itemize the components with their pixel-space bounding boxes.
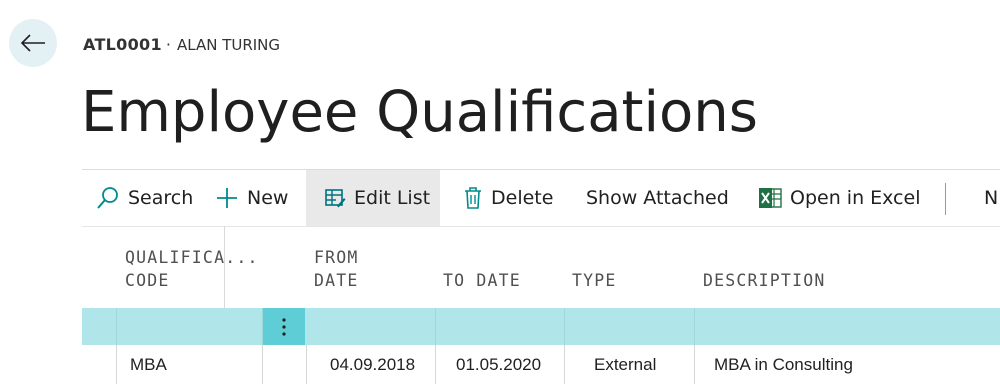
column-header-qualification-code[interactable]: QUALIFICA... CODE [125, 246, 259, 292]
edit-list-icon [325, 189, 346, 208]
search-label: Search [128, 187, 194, 209]
search-icon [97, 187, 118, 209]
column-header-to-date[interactable]: TO DATE [443, 269, 521, 292]
new-label: New [247, 187, 289, 209]
column-header-from-date[interactable]: FROM DATE [314, 246, 359, 292]
show-attached-label: Show Attached [586, 187, 729, 209]
cell-qualification-code[interactable]: MBA [130, 345, 167, 384]
row-more-options-button[interactable] [263, 308, 305, 345]
employee-name: ALAN TURING [176, 36, 281, 54]
cell-from-date[interactable]: 04.09.2018 [330, 345, 415, 384]
record-code: ATL0001 [83, 35, 162, 54]
page-title: Employee Qualifications [81, 80, 758, 145]
plus-icon [217, 188, 237, 208]
cell-description[interactable]: MBA in Consulting [714, 345, 853, 384]
edit-list-label: Edit List [354, 187, 431, 209]
table-row[interactable]: MBA 04.09.2018 01.05.2020 External MBA i… [82, 345, 1000, 384]
search-button[interactable]: Search [96, 170, 193, 226]
cell-to-date[interactable]: 01.05.2020 [456, 345, 541, 384]
overflow-action-button[interactable]: N [984, 170, 998, 226]
column-header-description[interactable]: DESCRIPTION [703, 269, 825, 292]
arrow-left-icon [20, 34, 45, 52]
overflow-action-label: N [984, 187, 999, 209]
action-toolbar: Search New Edit List Delete Show Attache… [82, 169, 1000, 227]
new-button[interactable]: New [215, 170, 288, 226]
edit-list-button[interactable]: Edit List [306, 170, 440, 226]
open-in-excel-label: Open in Excel [790, 187, 921, 209]
toolbar-divider [945, 183, 946, 215]
show-attached-button[interactable]: Show Attached [586, 170, 729, 226]
breadcrumb: ATL0001 · ALAN TURING [83, 35, 280, 54]
cell-type[interactable]: External [594, 345, 656, 384]
new-row-selected[interactable] [82, 308, 1000, 345]
open-in-excel-button[interactable]: Open in Excel [758, 170, 920, 226]
delete-label: Delete [491, 187, 554, 209]
breadcrumb-separator: · [165, 35, 171, 54]
vertical-ellipsis-icon [282, 317, 286, 336]
trash-icon [465, 187, 481, 209]
excel-icon [759, 188, 782, 208]
back-button[interactable] [9, 19, 57, 67]
list-header: QUALIFICA... CODE FROM DATE TO DATE TYPE… [82, 226, 1000, 308]
column-header-type[interactable]: TYPE [572, 269, 617, 292]
delete-button[interactable]: Delete [463, 170, 553, 226]
